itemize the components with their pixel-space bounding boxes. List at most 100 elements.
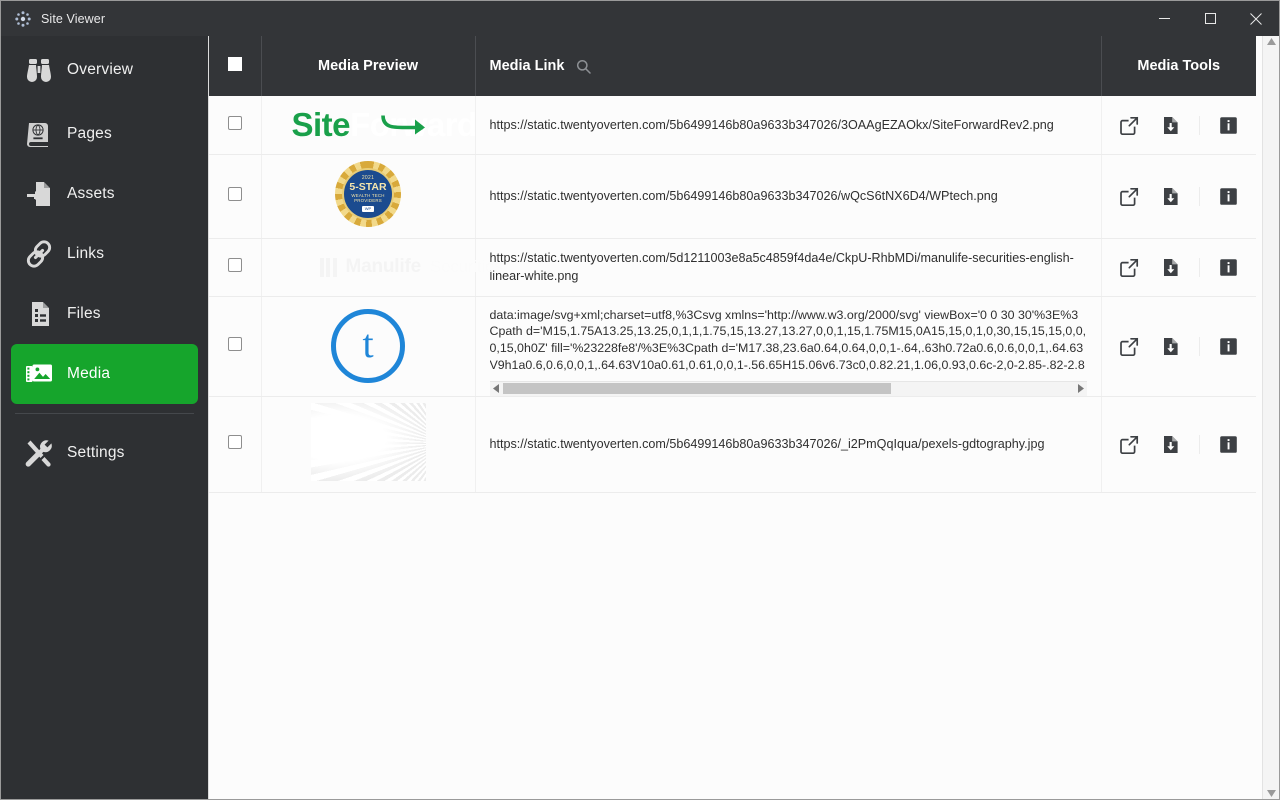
logo-glyph: t [362, 321, 374, 366]
header-media-preview: Media Preview [261, 36, 476, 96]
row-checkbox[interactable] [227, 115, 242, 130]
horizontal-scrollbar[interactable] [489, 380, 1087, 396]
tools-icon [11, 438, 67, 468]
info-icon[interactable] [1219, 116, 1238, 135]
row-link-cell: https://static.twentyoverten.com/5d12110… [475, 238, 1102, 297]
horizontal-scrollbar-track[interactable] [502, 383, 1074, 394]
file-lines-icon [11, 300, 67, 328]
row-tools-cell [1101, 396, 1256, 493]
window-body: Overview Pages Assets Links Files Media … [1, 36, 1279, 799]
title-bar: Site Viewer [1, 1, 1279, 36]
row-select-cell [209, 238, 262, 297]
row-select-cell [209, 296, 262, 397]
table-row[interactable]: 2021 5-STAR WEALTH TECH PROVIDERS WP htt… [209, 154, 1256, 239]
row-checkbox[interactable] [227, 187, 242, 201]
scroll-up-arrow[interactable] [1266, 38, 1276, 45]
info-icon[interactable] [1219, 435, 1238, 454]
row-link-cell: https://static.twentyoverten.com/5b64991… [475, 96, 1102, 155]
table-row[interactable]: Manulife Securities https://static.twent… [209, 238, 1256, 297]
select-all-checkbox[interactable] [227, 57, 242, 71]
open-external-icon[interactable] [1120, 337, 1139, 356]
window-title: Site Viewer [41, 11, 106, 26]
info-icon[interactable] [1219, 337, 1238, 356]
close-button[interactable] [1233, 1, 1279, 36]
sidebar-item-media[interactable]: Media [11, 344, 198, 404]
info-icon[interactable] [1219, 187, 1238, 206]
download-file-icon[interactable] [1161, 187, 1180, 206]
row-tools-cell [1101, 154, 1256, 239]
scroll-left-arrow[interactable] [490, 384, 503, 393]
badge-publisher: WP [361, 206, 375, 213]
open-external-icon[interactable] [1120, 116, 1139, 135]
sidebar-item-assets[interactable]: Assets [11, 164, 198, 224]
row-checkbox[interactable] [227, 257, 242, 272]
row-tools-cell [1101, 96, 1256, 155]
header-media-link-label: Media Link [489, 58, 565, 74]
download-file-icon[interactable] [1161, 258, 1180, 277]
row-preview-cell: Manulife Securities [261, 238, 503, 297]
sidebar-item-label: Links [67, 245, 105, 262]
table-row[interactable]: SiteForward https://static.twentyoverten… [209, 96, 1256, 155]
download-file-icon[interactable] [1161, 116, 1180, 135]
row-tools-cell [1101, 238, 1256, 297]
sidebar-item-links[interactable]: Links [11, 224, 198, 284]
media-table: Media Preview Media Link Media Tools Sit… [209, 36, 1256, 493]
table-row[interactable]: t data:image/svg+xml;charset=utf8,%3Csvg… [209, 296, 1256, 397]
row-checkbox[interactable] [227, 336, 242, 351]
table-header-row: Media Preview Media Link Media Tools [209, 36, 1256, 96]
app-window: Site Viewer Overview Pages Assets Links … [0, 0, 1280, 800]
atom-icon [15, 10, 31, 27]
sidebar-item-pages[interactable]: Pages [11, 104, 198, 164]
chain-link-icon [11, 239, 67, 269]
scroll-down-arrow[interactable] [1266, 790, 1276, 797]
media-link-text[interactable]: https://static.twentyoverten.com/5b64991… [490, 437, 1045, 451]
sidebar-item-label: Settings [67, 444, 125, 461]
header-select-all [209, 36, 262, 96]
siteforward-logo-thumbnail: SiteForward [262, 102, 476, 148]
download-file-icon[interactable] [1161, 435, 1180, 454]
row-preview-cell: SiteForward [261, 96, 476, 155]
sidebar-divider [15, 413, 194, 414]
open-external-icon[interactable] [1120, 435, 1139, 454]
open-external-icon[interactable] [1120, 187, 1139, 206]
sidebar-item-label: Overview [67, 61, 134, 78]
maximize-button[interactable] [1187, 1, 1233, 36]
download-file-icon[interactable] [1161, 337, 1180, 356]
open-external-icon[interactable] [1120, 258, 1139, 277]
row-link-cell: data:image/svg+xml;charset=utf8,%3Csvg x… [475, 296, 1102, 397]
media-link-text[interactable]: https://static.twentyoverten.com/5b64991… [490, 189, 998, 203]
row-preview-cell: 2021 5-STAR WEALTH TECH PROVIDERS WP [261, 154, 476, 239]
vertical-scrollbar[interactable] [1262, 36, 1279, 799]
file-import-icon [11, 180, 67, 208]
horizontal-scrollbar-thumb[interactable] [502, 383, 891, 394]
sidebar-item-settings[interactable]: Settings [11, 423, 198, 483]
manulife-bars-icon [319, 257, 337, 277]
blue-circle-t-thumbnail: t [331, 309, 405, 383]
row-tools-cell [1101, 296, 1256, 397]
logo-text-primary: Site [291, 106, 351, 143]
badge-subtitle: WEALTH TECH PROVIDERS [351, 193, 385, 203]
forward-arrow-icon [379, 110, 431, 141]
sidebar-item-label: Assets [67, 185, 115, 202]
media-link-text[interactable]: https://static.twentyoverten.com/5b64991… [490, 118, 1054, 132]
media-link-text[interactable]: data:image/svg+xml;charset=utf8,%3Csvg x… [490, 307, 1087, 375]
table-row[interactable]: https://static.twentyoverten.com/5b64991… [209, 396, 1256, 493]
manulife-logo-thumbnail: Manulife Securities [262, 251, 503, 283]
media-table-head: Media Preview Media Link Media Tools [209, 36, 1256, 96]
row-select-cell [209, 154, 262, 239]
row-checkbox[interactable] [227, 434, 242, 449]
sidebar-item-files[interactable]: Files [11, 284, 198, 344]
sidebar-item-label: Media [67, 365, 111, 382]
main-content: Media Preview Media Link Media Tools Sit… [208, 36, 1262, 799]
five-star-badge-thumbnail: 2021 5-STAR WEALTH TECH PROVIDERS WP [335, 161, 401, 227]
scroll-right-arrow[interactable] [1074, 384, 1087, 393]
media-link-text[interactable]: https://static.twentyoverten.com/5d12110… [490, 251, 1074, 283]
sidebar: Overview Pages Assets Links Files Media … [1, 36, 208, 799]
search-icon[interactable] [576, 59, 592, 74]
logo-text-secondary: Securities [429, 257, 503, 277]
info-icon[interactable] [1219, 258, 1238, 277]
row-link-cell: https://static.twentyoverten.com/5b64991… [475, 396, 1102, 493]
minimize-button[interactable] [1141, 1, 1187, 36]
logo-text-primary: Manulife [345, 256, 422, 278]
sidebar-item-overview[interactable]: Overview [11, 40, 198, 100]
